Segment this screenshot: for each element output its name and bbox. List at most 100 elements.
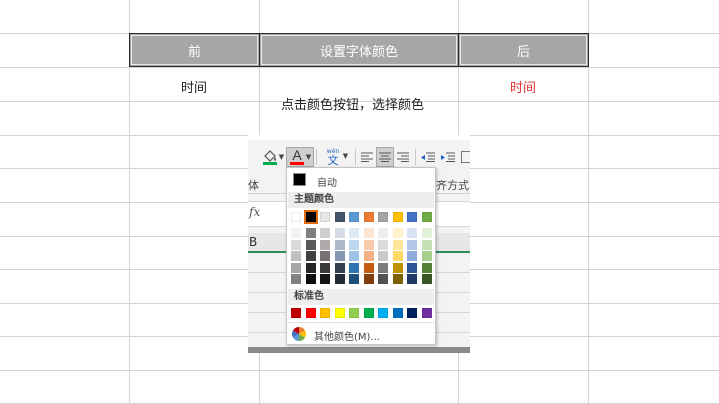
theme-shade-swatch[interactable] [349, 251, 359, 261]
header-cell-set-font-color[interactable]: 设置字体颜色 [259, 33, 459, 67]
decrease-indent-button[interactable] [419, 148, 437, 166]
theme-shade-swatch[interactable] [407, 262, 417, 273]
theme-color-swatch[interactable] [320, 212, 330, 222]
cell-time-before[interactable]: 时间 [181, 77, 207, 96]
theme-shade-swatch[interactable] [291, 228, 301, 238]
theme-shade-swatch[interactable] [392, 239, 403, 250]
theme-color-swatch[interactable] [378, 212, 388, 222]
theme-shade-swatch[interactable] [291, 274, 301, 284]
theme-color-swatch[interactable] [392, 212, 403, 222]
theme-shade-swatch[interactable] [392, 228, 403, 238]
theme-shade-swatch[interactable] [320, 228, 330, 238]
chevron-down-icon[interactable]: ▼ [343, 152, 348, 160]
theme-shade-swatch[interactable] [392, 274, 403, 284]
fx-icon[interactable]: fx [249, 205, 260, 219]
theme-shade-swatch[interactable] [407, 239, 417, 250]
theme-shade-swatch[interactable] [378, 274, 388, 284]
palette-divider [288, 322, 434, 323]
theme-shade-swatch[interactable] [320, 239, 330, 250]
toolbar-separator [355, 149, 356, 165]
theme-shade-swatch[interactable] [334, 262, 345, 273]
theme-shade-swatch[interactable] [334, 251, 345, 261]
theme-shade-swatch[interactable] [291, 262, 301, 273]
align-right-icon [397, 152, 409, 162]
theme-shade-swatch[interactable] [305, 262, 316, 273]
theme-shade-swatch[interactable] [407, 251, 417, 261]
automatic-color-option[interactable]: 自动 [288, 171, 434, 189]
chevron-down-icon[interactable]: ▼ [306, 153, 311, 161]
theme-shade-swatch[interactable] [291, 239, 301, 250]
theme-shade-swatch[interactable] [421, 274, 432, 284]
theme-shade-swatch[interactable] [320, 262, 330, 273]
theme-shade-swatch[interactable] [305, 228, 316, 238]
color-wheel-icon [292, 327, 306, 341]
theme-shade-swatch[interactable] [378, 228, 388, 238]
theme-shade-swatch[interactable] [378, 262, 388, 273]
theme-shade-swatch[interactable] [407, 228, 417, 238]
font-color-palette: 自动 主题颜色 标准色 其他颜色(M)... [286, 167, 436, 345]
more-colors-option[interactable]: 其他颜色(M)... [288, 325, 434, 343]
theme-shade-swatch[interactable] [421, 262, 432, 273]
theme-shade-swatch[interactable] [349, 262, 359, 273]
align-right-button[interactable] [395, 148, 411, 166]
phonetic-guide-button[interactable]: wén 文 ▼ [321, 147, 351, 166]
paint-bucket-icon [262, 150, 277, 165]
standard-color-swatch[interactable] [363, 308, 374, 318]
theme-shade-swatch[interactable] [407, 274, 417, 284]
header-cell-before[interactable]: 前 [129, 33, 260, 67]
theme-shade-swatch[interactable] [421, 228, 432, 238]
column-header-b[interactable]: B [249, 235, 257, 249]
header-after-label: 后 [516, 44, 530, 60]
align-center-button[interactable] [376, 147, 394, 167]
theme-shade-swatch[interactable] [349, 274, 359, 284]
fill-color-button[interactable]: ▼ [260, 148, 286, 166]
chevron-down-icon[interactable]: ▼ [279, 153, 284, 161]
theme-color-swatch[interactable] [407, 212, 417, 222]
theme-color-swatch[interactable] [363, 212, 374, 222]
theme-shade-swatch[interactable] [421, 251, 432, 261]
theme-shade-swatch[interactable] [334, 228, 345, 238]
standard-color-swatch[interactable] [392, 308, 403, 318]
theme-shade-swatch[interactable] [363, 274, 374, 284]
align-left-button[interactable] [359, 148, 375, 166]
standard-color-swatch[interactable] [291, 308, 301, 318]
standard-color-swatch[interactable] [334, 308, 345, 318]
theme-shade-swatch[interactable] [392, 251, 403, 261]
theme-shade-swatch[interactable] [378, 239, 388, 250]
standard-color-swatch[interactable] [305, 308, 316, 318]
standard-color-swatch[interactable] [407, 308, 417, 318]
theme-color-swatch[interactable] [303, 210, 318, 224]
standard-color-swatch[interactable] [320, 308, 330, 318]
increase-indent-button[interactable] [439, 148, 457, 166]
theme-shade-swatch[interactable] [363, 251, 374, 261]
theme-shade-swatch[interactable] [334, 274, 345, 284]
theme-shade-swatch[interactable] [363, 239, 374, 250]
font-color-button[interactable]: A ▼ [286, 147, 314, 167]
theme-color-swatch[interactable] [334, 212, 345, 222]
theme-shade-swatch[interactable] [320, 274, 330, 284]
theme-shade-swatch[interactable] [349, 228, 359, 238]
standard-color-swatch[interactable] [378, 308, 388, 318]
theme-shade-swatch[interactable] [305, 251, 316, 261]
theme-shade-swatch[interactable] [320, 251, 330, 261]
theme-color-swatch[interactable] [349, 212, 359, 222]
theme-shade-swatch[interactable] [305, 239, 316, 250]
theme-shade-swatch[interactable] [378, 251, 388, 261]
theme-shade-swatch[interactable] [363, 262, 374, 273]
theme-color-swatch[interactable] [291, 212, 301, 222]
theme-shade-swatch[interactable] [334, 239, 345, 250]
theme-shade-swatch[interactable] [392, 262, 403, 273]
theme-shade-swatch[interactable] [291, 251, 301, 261]
theme-shade-swatch[interactable] [349, 239, 359, 250]
wrap-text-button[interactable] [461, 148, 470, 166]
theme-shade-swatch[interactable] [305, 274, 316, 284]
cell-time-after[interactable]: 时间 [510, 77, 536, 96]
header-mid-label: 设置字体颜色 [319, 44, 398, 60]
theme-shade-swatch[interactable] [421, 239, 432, 250]
standard-color-swatch[interactable] [421, 308, 432, 318]
theme-shade-swatch[interactable] [363, 228, 374, 238]
header-cell-after[interactable]: 后 [458, 33, 589, 67]
align-left-icon [361, 152, 373, 162]
theme-color-swatch[interactable] [421, 212, 432, 222]
standard-color-swatch[interactable] [349, 308, 359, 318]
